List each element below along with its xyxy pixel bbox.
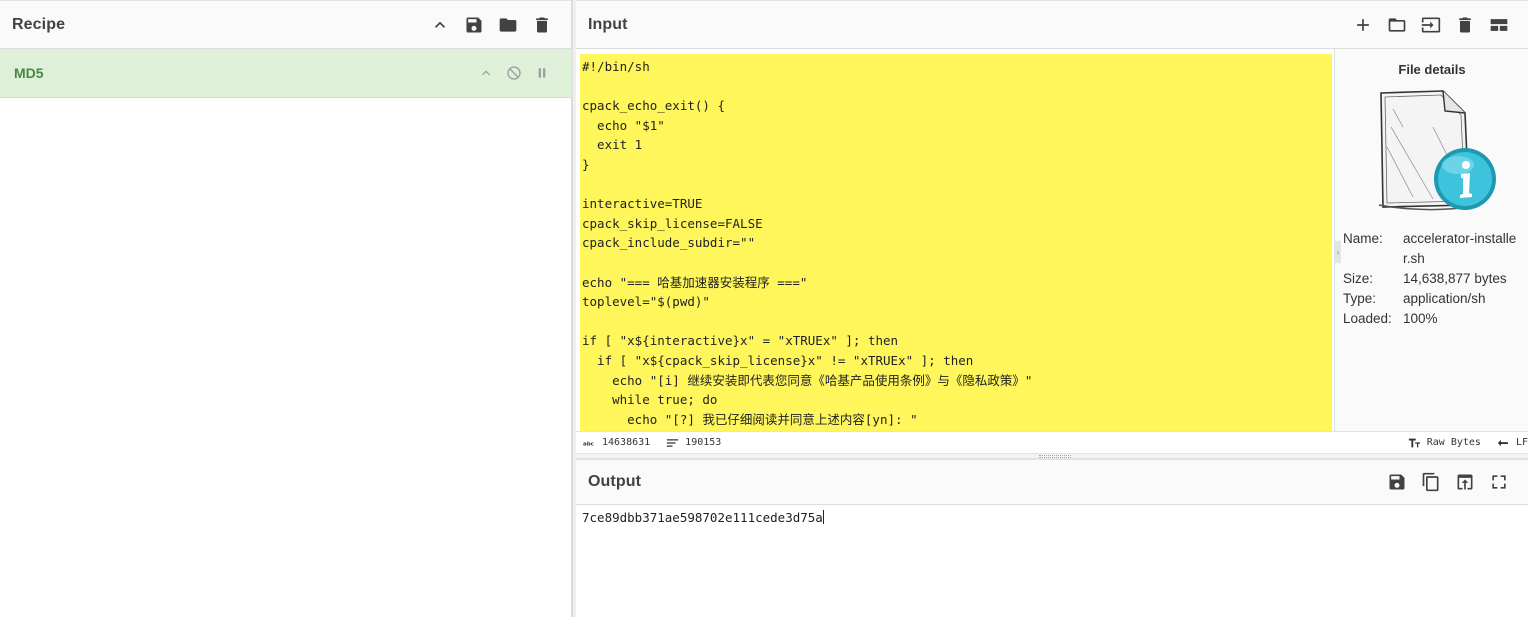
input-length: 14638631 [602, 437, 651, 448]
input-header: Input [576, 0, 1528, 49]
collapse-handle[interactable]: › [1335, 241, 1341, 263]
chevron-up-icon[interactable] [423, 8, 457, 42]
output-title: Output [588, 473, 642, 490]
file-detail-row: Name: accelerator-installer.sh [1343, 229, 1523, 269]
output-text[interactable]: 7ce89dbb371ae598702e111cede3d75a [582, 510, 824, 525]
length-stat: abc 14638631 [583, 437, 650, 448]
file-detail-row: Type: application/sh [1343, 289, 1523, 309]
folder-icon[interactable] [491, 8, 525, 42]
pause-icon[interactable] [530, 61, 554, 85]
input-pane: Input #!/bin/sh cpack_echo_exit() { echo… [576, 0, 1528, 455]
recipe-header: Recipe [0, 0, 571, 49]
detail-key: Size: [1343, 271, 1374, 286]
eol-label: LF [1515, 437, 1528, 448]
encoding-selector[interactable]: Raw Bytes [1408, 437, 1481, 448]
detail-value: 14,638,877 bytes [1403, 271, 1507, 286]
input-title: Input [588, 15, 628, 33]
recipe-title: Recipe [12, 15, 66, 33]
file-detail-row: Loaded: 100% [1343, 309, 1523, 329]
trash-icon[interactable] [525, 8, 559, 42]
lines-icon [667, 438, 679, 447]
lines-stat: 190153 [666, 437, 721, 448]
trash-icon[interactable] [1448, 8, 1482, 42]
svg-text:abc: abc [583, 441, 594, 447]
copy-icon[interactable] [1414, 465, 1448, 499]
eol-selector[interactable]: LF [1497, 437, 1528, 448]
output-value: 7ce89dbb371ae598702e111cede3d75a [582, 510, 823, 525]
file-info-icon [1373, 87, 1503, 217]
text-caret [822, 510, 824, 524]
output-toolbar [1380, 465, 1516, 499]
input-text[interactable]: #!/bin/sh cpack_echo_exit() { echo "$1" … [580, 54, 1332, 431]
detail-key: Loaded: [1343, 311, 1392, 326]
recipe-toolbar [423, 8, 559, 42]
output-pane: Output 7ce89dbb371ae598702e111cede3d75a [576, 459, 1528, 617]
file-detail-row: Size: 14,638,877 bytes [1343, 269, 1523, 289]
detail-value: 100% [1403, 311, 1438, 326]
layout-icon[interactable] [1482, 8, 1516, 42]
chevron-up-icon[interactable] [474, 61, 498, 85]
disable-icon[interactable] [502, 61, 526, 85]
input-status-bar: abc 14638631 190153 Raw Bytes LF [576, 431, 1528, 453]
input-lines: 190153 [685, 437, 722, 448]
input-textarea[interactable]: #!/bin/sh cpack_echo_exit() { echo "$1" … [576, 49, 1333, 431]
operation-name: MD5 [14, 65, 44, 81]
detail-key: Name: [1343, 231, 1383, 246]
detail-value: application/sh [1403, 291, 1486, 306]
file-details-title: File details [1398, 62, 1466, 77]
input-toolbar [1346, 8, 1516, 42]
abc-icon: abc [583, 441, 594, 447]
replace-input-icon[interactable] [1448, 465, 1482, 499]
return-icon [1497, 439, 1508, 446]
folder-icon[interactable] [1380, 8, 1414, 42]
save-icon[interactable] [457, 8, 491, 42]
detail-key: Type: [1343, 291, 1377, 306]
plus-icon[interactable] [1346, 8, 1380, 42]
save-icon[interactable] [1380, 465, 1414, 499]
file-details-panel: › File details Name: accelerator-install… [1334, 49, 1528, 431]
encoding-label: Raw Bytes [1426, 437, 1481, 448]
detail-value: accelerator-installer.sh [1403, 231, 1517, 266]
text-encoding-icon [1408, 438, 1420, 447]
resize-grip[interactable] [1039, 455, 1071, 458]
operation-md5[interactable]: MD5 [0, 49, 572, 98]
output-header: Output [576, 459, 1528, 505]
maximise-icon[interactable] [1482, 465, 1516, 499]
recipe-pane: Recipe MD5 [0, 0, 572, 617]
file-details-table: Name: accelerator-installer.sh Size: 14,… [1343, 229, 1523, 329]
import-icon[interactable] [1414, 8, 1448, 42]
